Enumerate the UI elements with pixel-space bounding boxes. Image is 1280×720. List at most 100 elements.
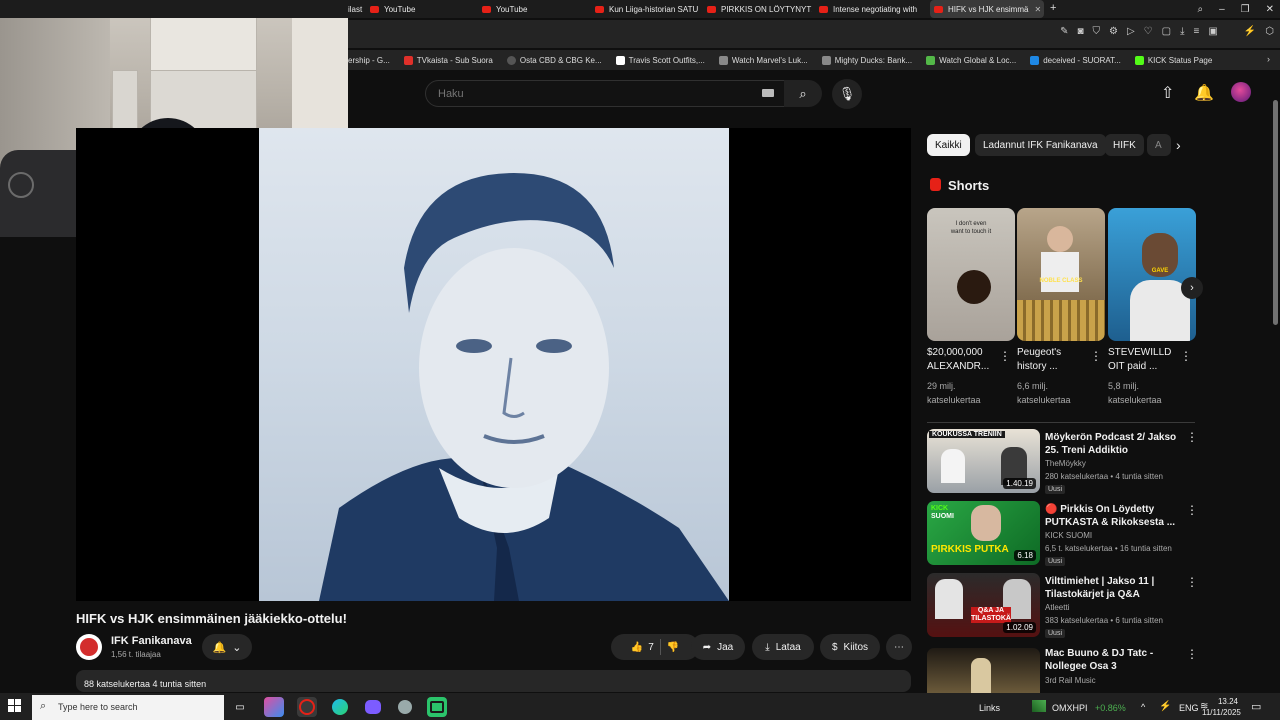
bookmark[interactable]: KICK Status Page	[1134, 55, 1212, 65]
channel-name[interactable]: IFK Fanikanava	[111, 635, 192, 647]
video-thumbnail[interactable]	[927, 648, 1040, 693]
close-tab-icon[interactable]: ✕	[1034, 5, 1041, 14]
search-button[interactable]: ⌕	[784, 80, 822, 107]
video-thumbnail[interactable]: Q&A JA TILASTOKÄ 1.02.09	[927, 573, 1040, 637]
chip-channel[interactable]: Ladannut IFK Fanikanava	[975, 134, 1106, 156]
bookmark-icon	[718, 55, 728, 65]
bookmark[interactable]: Travis Scott Outfits,...	[615, 55, 705, 65]
links-toolbar[interactable]: Links	[979, 703, 1000, 713]
chips-next-icon[interactable]: ›	[1176, 137, 1181, 153]
shield-icon[interactable]: ⛉	[1093, 26, 1101, 37]
bookmark[interactable]: Mighty Ducks: Bank...	[821, 55, 912, 65]
extension-icon[interactable]: ⚡	[1244, 26, 1256, 37]
cube-app-icon[interactable]: ⬡	[1265, 26, 1274, 37]
upload-icon[interactable]: ⇧	[1161, 83, 1174, 103]
chip-hifk[interactable]: HIFK	[1105, 134, 1144, 156]
bookmark[interactable]: Watch Global & Loc...	[926, 55, 1016, 65]
tab[interactable]: YouTube	[370, 0, 475, 18]
copilot-icon[interactable]	[264, 697, 284, 717]
more-options-icon[interactable]: ⋮	[1186, 647, 1198, 661]
cube-icon[interactable]: ▢	[1162, 26, 1171, 37]
short-title[interactable]: STEVEWILLD OIT paid ...	[1108, 346, 1178, 374]
task-view-icon[interactable]: ▭	[230, 697, 250, 717]
channel-avatar[interactable]	[76, 634, 102, 660]
dislike-button[interactable]: 👎	[667, 642, 679, 653]
network-icon[interactable]: ⚡	[1159, 701, 1171, 712]
bookmark[interactable]: TVkaista - Sub Suora	[403, 55, 493, 65]
short-thumbnail[interactable]: I don't even want to touch it	[927, 208, 1015, 341]
video-title[interactable]: Möykerön Podcast 2/ Jakso 25. Treni Addi…	[1045, 431, 1185, 457]
more-options-icon[interactable]: ⋮	[1186, 503, 1198, 517]
like-button[interactable]: 👍 7	[631, 642, 654, 653]
more-actions-button[interactable]: ⋯	[886, 634, 912, 660]
app-icon[interactable]	[395, 697, 415, 717]
discord-icon[interactable]	[363, 697, 383, 717]
shorts-next-button[interactable]: ›	[1181, 277, 1203, 299]
bookmark[interactable]: Watch Marvel's Luk...	[718, 55, 808, 65]
search-input[interactable]	[436, 87, 740, 101]
close-window-icon[interactable]: ✕	[1266, 4, 1274, 15]
tab-active[interactable]: HIFK vs HJK ensimmä ✕	[930, 0, 1044, 18]
account-avatar[interactable]	[1231, 82, 1251, 102]
ticker-name[interactable]: OMXHPI	[1052, 703, 1088, 713]
tab[interactable]: Intense negotiating with	[819, 0, 924, 18]
app-icon[interactable]	[427, 697, 447, 717]
video-title[interactable]: 🔴 Pirkkis On Löydetty PUTKASTA & Rikokse…	[1045, 503, 1185, 529]
bookmark[interactable]: ership - G...	[348, 56, 390, 65]
notification-center-icon[interactable]: ▭	[1251, 700, 1261, 713]
menu-icon[interactable]: ≡	[1194, 26, 1200, 37]
subscription-bell-button[interactable]: 🔔 ⌄	[202, 634, 252, 660]
opera-icon[interactable]	[297, 697, 317, 717]
thanks-button[interactable]: $ Kiitos	[820, 634, 880, 660]
bookmarks-overflow-icon[interactable]: ›	[1267, 54, 1270, 64]
short-title[interactable]: $20,000,000 ALEXANDR...	[927, 346, 997, 374]
heart-icon[interactable]: ♡	[1144, 26, 1153, 37]
video-title[interactable]: Vilttimiehet | Jakso 11 | Tilastokärjet …	[1045, 575, 1185, 601]
windows-start-icon[interactable]	[8, 699, 22, 713]
minimize-icon[interactable]: –	[1219, 4, 1225, 15]
restore-icon[interactable]: ❐	[1241, 4, 1250, 15]
keyboard-icon[interactable]	[762, 89, 774, 97]
wallet-icon[interactable]: ▣	[1208, 26, 1217, 37]
new-tab-button[interactable]: +	[1050, 2, 1056, 14]
video-thumbnail[interactable]: KICK SUOMI PIRKKIS PUTKA 6.18	[927, 501, 1040, 565]
video-channel[interactable]: KICK SUOMI	[1045, 531, 1092, 540]
tab[interactable]: PIRKKIS ON LÖYTYNYT! K	[707, 0, 812, 18]
share-button[interactable]: ➦ Jaa	[691, 634, 745, 660]
voice-search-button[interactable]: 🎙	[832, 79, 862, 109]
camera-icon[interactable]: ◙	[1077, 26, 1083, 37]
bookmark[interactable]: deceived - SUORAT...	[1030, 55, 1121, 65]
edge-icon[interactable]	[330, 697, 350, 717]
video-channel[interactable]: TheMöykky	[1045, 459, 1086, 468]
edit-icon[interactable]: ✎	[1060, 26, 1068, 37]
download-icon[interactable]: ⤓	[1180, 26, 1184, 37]
more-options-icon[interactable]: ⋮	[1180, 349, 1192, 363]
settings-icon[interactable]: ⚙	[1109, 26, 1118, 37]
bookmark[interactable]: Osta CBD & CBG Ke...	[506, 55, 602, 65]
tab[interactable]: ilast	[348, 0, 366, 18]
video-channel[interactable]: Atleetti	[1045, 603, 1069, 612]
video-thumbnail[interactable]: KOUKUSSA TRENIIN 1.40.19	[927, 429, 1040, 493]
tray-chevron-icon[interactable]: ^	[1141, 702, 1145, 712]
tab[interactable]: YouTube	[482, 0, 587, 18]
more-options-icon[interactable]: ⋮	[1090, 349, 1102, 363]
play-icon[interactable]: ▷	[1127, 26, 1135, 37]
chip-more[interactable]: A	[1147, 134, 1171, 156]
more-options-icon[interactable]: ⋮	[1186, 430, 1198, 444]
language-indicator[interactable]: ENG	[1179, 703, 1199, 713]
taskbar-search[interactable]: ⌕ Type here to search	[32, 695, 224, 720]
clock[interactable]: 13.24 11/11/2025	[1202, 696, 1241, 718]
page-scrollbar[interactable]	[1273, 100, 1278, 325]
more-options-icon[interactable]: ⋮	[1186, 575, 1198, 589]
tab[interactable]: Kun Liiga-historian SATU	[595, 0, 700, 18]
more-options-icon[interactable]: ⋮	[999, 349, 1011, 363]
notifications-icon[interactable]: 🔔	[1194, 83, 1214, 103]
short-thumbnail[interactable]: NOBLE CLASS	[1017, 208, 1105, 341]
download-button[interactable]: ⤓ Lataa	[752, 634, 814, 660]
search-tabs-icon[interactable]: ⌕	[1197, 4, 1203, 15]
short-title[interactable]: Peugeot's history ...	[1017, 346, 1087, 374]
video-title[interactable]: Mac Buuno & DJ Tatc - Nollegee Osa 3	[1045, 647, 1185, 673]
chip-all[interactable]: Kaikki	[927, 134, 970, 156]
video-channel[interactable]: 3rd Rail Music	[1045, 676, 1096, 685]
short-thumbnail[interactable]: GAVE	[1108, 208, 1196, 341]
